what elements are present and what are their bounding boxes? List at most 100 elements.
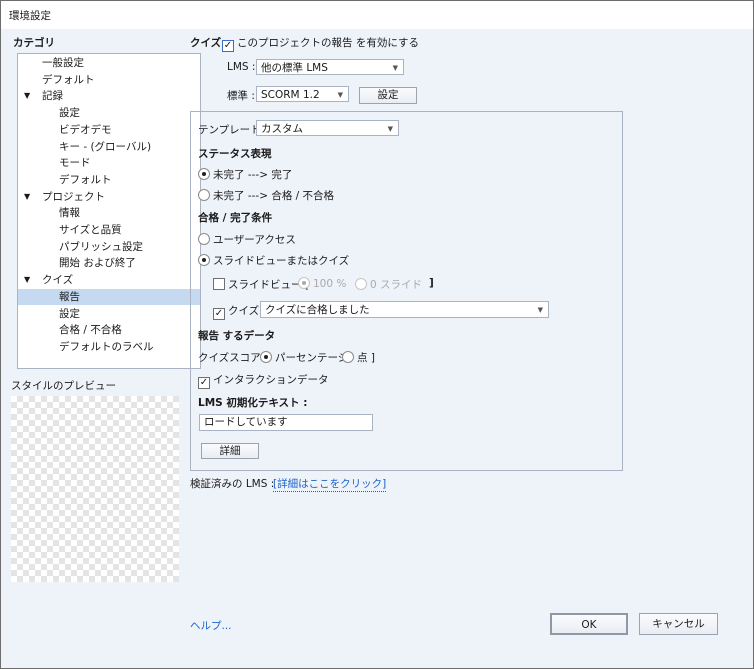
radio-selected-icon (260, 351, 272, 363)
slideview-label: スライドビュー [ (228, 279, 309, 291)
sidebar-item[interactable]: パブリッシュ設定 (18, 239, 200, 255)
preferences-dialog: 環境設定 カテゴリ 一般設定 デフォルト ▼ 記録 設定 ビデオデモ キー - (グローバル… (0, 0, 754, 669)
sidebar-item[interactable]: ビデオデモ (18, 122, 200, 138)
lms-label: LMS : (227, 61, 256, 73)
sidebar-item-label: デフォルト (42, 73, 95, 86)
quiz-criteria-checkbox[interactable]: ✓ クイズ (213, 303, 259, 320)
radio-icon (355, 278, 367, 290)
radio-selected-icon (298, 277, 310, 289)
sidebar-item-label: 情報 (59, 207, 80, 220)
criteria-slideview-or-quiz[interactable]: スライドビューまたはクイズ (198, 253, 349, 268)
sidebar-item[interactable]: 一般設定 (18, 55, 200, 71)
lms-value: 他の標準 LMS (261, 62, 328, 74)
cancel-button[interactable]: キャンセル (639, 613, 718, 635)
sidebar-item[interactable]: デフォルト (18, 72, 200, 88)
chevron-down-icon: ▼ (392, 64, 398, 72)
quiz-criteria-value: クイズに合格しました (265, 304, 370, 316)
settings-button[interactable]: 設定 (359, 87, 417, 104)
score-label: クイズスコア [ (198, 352, 269, 364)
slideview-slides-label: 0 スライド (370, 279, 423, 291)
sidebar-item[interactable]: 開始 および終了 (18, 255, 200, 271)
sidebar-item-label: モード (59, 157, 91, 170)
score-points-radio[interactable]: 点 ] (342, 350, 375, 365)
verified-lms-link[interactable]: [詳細はここをクリック] (273, 476, 387, 492)
sidebar-item[interactable]: キー - (グローバル) (18, 139, 200, 155)
template-select[interactable]: カスタム ▼ (256, 120, 399, 136)
sidebar-item-label: 合格 / 不合格 (59, 324, 122, 337)
sidebar-item-label: プロジェクト (42, 190, 105, 203)
sidebar-item-label: 一般設定 (42, 57, 84, 69)
checkmark-icon: ✓ (222, 40, 234, 52)
sidebar-item[interactable]: ▼ プロジェクト (18, 189, 200, 205)
style-preview (11, 396, 179, 582)
slideview-percent-radio[interactable]: 100 % (298, 277, 346, 290)
enable-reporting-checkbox[interactable]: ✓ このプロジェクトの報告 を有効にする (222, 35, 419, 52)
sidebar-item-label: キー - (グローバル) (59, 140, 152, 153)
slideview-percent-label: 100 % (313, 278, 347, 290)
sidebar-item[interactable]: 合格 / 不合格 (18, 322, 200, 338)
quiz-criteria-label: クイズ (228, 305, 260, 317)
interaction-data-checkbox[interactable]: ✓ インタラクションデータ (198, 372, 329, 389)
criteria-user-access[interactable]: ユーザーアクセス (198, 232, 296, 247)
score-percent-label: パーセンテージ (275, 352, 349, 364)
init-text-label: LMS 初期化テキスト : (198, 397, 308, 409)
standard-value: SCORM 1.2 (261, 89, 320, 101)
sidebar-item[interactable]: デフォルト (18, 172, 200, 188)
verified-lms-label: 検証済みの LMS : (190, 478, 275, 490)
chevron-down-icon: ▼ (387, 125, 393, 133)
sidebar-item[interactable]: ▼ 記録 (18, 88, 200, 104)
sidebar-item-label: デフォルト (59, 173, 112, 186)
help-link[interactable]: ヘルプ... (190, 618, 232, 633)
expand-arrow-icon[interactable]: ▼ (24, 272, 30, 288)
checkmark-icon: ✓ (198, 377, 210, 389)
radio-icon (198, 189, 210, 201)
sidebar-item-label: 設定 (59, 307, 80, 320)
category-heading: カテゴリ (13, 37, 55, 49)
lms-select[interactable]: 他の標準 LMS ▼ (256, 59, 404, 75)
data-heading: 報告 するデータ (198, 330, 276, 342)
status-option-label: 未完了 ---> 完了 (213, 169, 293, 181)
sidebar-item[interactable]: モード (18, 155, 200, 171)
sidebar-item[interactable]: 情報 (18, 205, 200, 221)
standard-label: 標準 : (227, 90, 255, 102)
sidebar-item[interactable]: 報告 (18, 288, 200, 305)
sidebar-item[interactable]: デフォルトのラベル (18, 339, 200, 355)
quiz-criteria-select[interactable]: クイズに合格しました ▼ (260, 301, 549, 318)
status-option-label: 未完了 ---> 合格 / 不合格 (213, 190, 335, 202)
bracket-close: ] (429, 277, 434, 289)
sidebar-item-label: パブリッシュ設定 (59, 240, 143, 253)
sidebar-item[interactable]: ▼ クイズ (18, 272, 200, 288)
radio-selected-icon (198, 168, 210, 180)
criteria-option-label: ユーザーアクセス (213, 234, 296, 246)
standard-select[interactable]: SCORM 1.2 ▼ (256, 86, 349, 102)
status-option-complete[interactable]: 未完了 ---> 完了 (198, 167, 292, 182)
checkmark-icon: ✓ (213, 308, 225, 320)
sidebar-item-label: サイズと品質 (59, 224, 122, 236)
expand-arrow-icon[interactable]: ▼ (24, 189, 30, 205)
ok-button[interactable]: OK (550, 613, 628, 635)
title-bar: 環境設定 (1, 1, 753, 29)
sidebar-item-label: デフォルトのラベル (59, 340, 154, 353)
init-text-input[interactable]: ロードしています (199, 414, 373, 431)
sidebar-item[interactable]: サイズと品質 (18, 222, 200, 238)
sidebar-item-label: ビデオデモ (59, 123, 112, 136)
expand-arrow-icon[interactable]: ▼ (24, 88, 30, 104)
sidebar-item[interactable]: 設定 (18, 306, 200, 322)
slideview-slides-radio[interactable]: 0 スライド (355, 277, 422, 292)
details-button[interactable]: 詳細 (201, 443, 259, 459)
category-tree: 一般設定 デフォルト ▼ 記録 設定 ビデオデモ キー - (グローバル) モード デフォルト ▼… (17, 53, 201, 369)
radio-selected-icon (198, 254, 210, 266)
slideview-checkbox[interactable]: スライドビュー [ (213, 277, 309, 292)
sidebar-item-label: 報告 (59, 290, 80, 303)
radio-icon (198, 233, 210, 245)
radio-icon (342, 351, 354, 363)
sidebar-item-label: 設定 (59, 107, 80, 120)
checkbox-icon (213, 278, 225, 290)
sidebar-item[interactable]: 設定 (18, 105, 200, 121)
style-preview-label: スタイルのプレビュー (11, 380, 116, 392)
score-percent-radio[interactable]: パーセンテージ (260, 350, 348, 365)
status-option-pass-fail[interactable]: 未完了 ---> 合格 / 不合格 (198, 188, 334, 203)
interaction-data-label: インタラクションデータ (213, 374, 329, 386)
enable-reporting-label: このプロジェクトの報告 を有効にする (237, 37, 419, 49)
sidebar-item-label: 記録 (42, 90, 63, 103)
